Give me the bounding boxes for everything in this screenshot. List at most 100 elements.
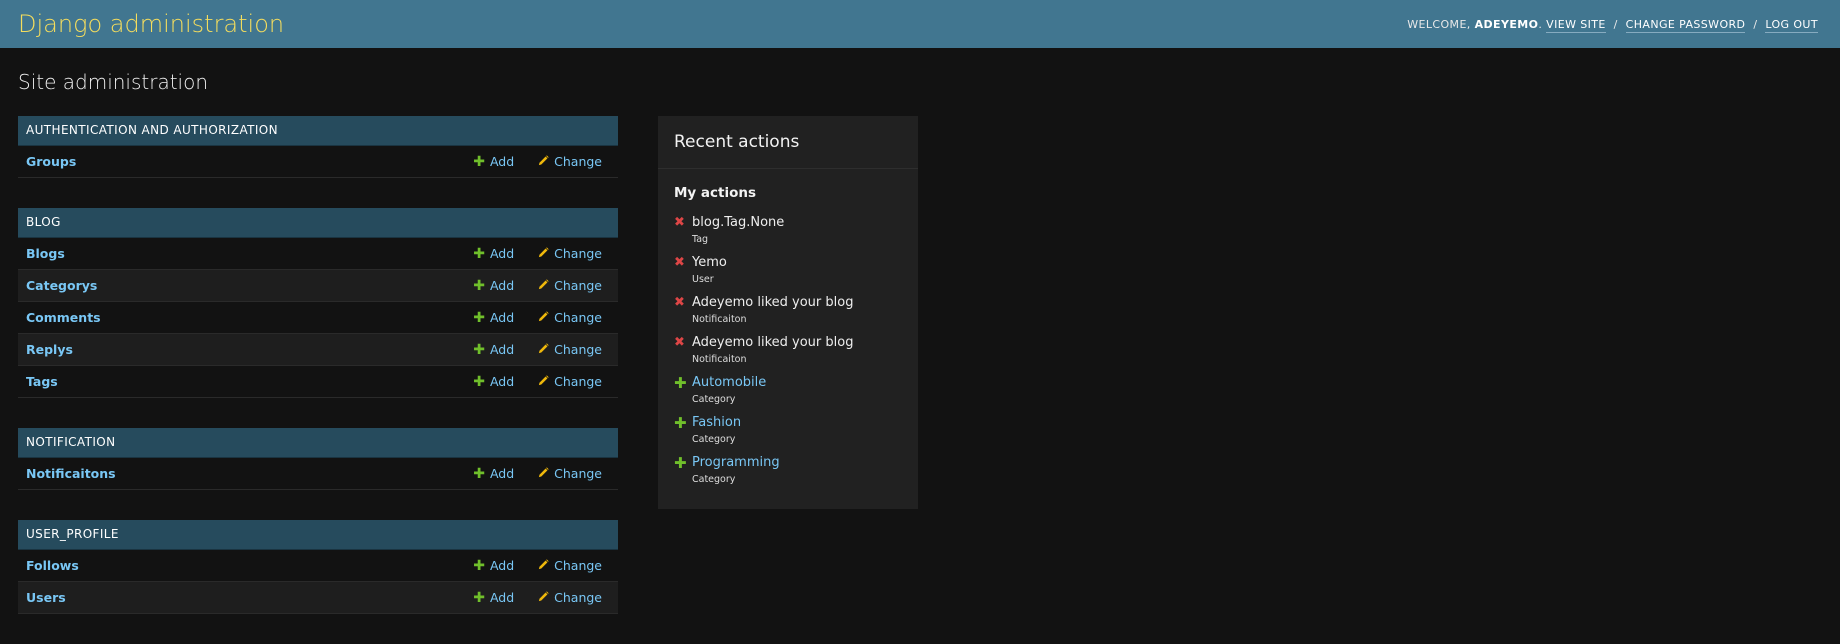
recent-actions-title: Recent actions [658,116,918,169]
add-button[interactable]: ✚ Add [473,342,514,357]
change-button[interactable]: Change [538,558,602,573]
recent-actions-panel: Recent actions My actions ✖ blog.Tag.None… [658,116,918,509]
add-button[interactable]: ✚ Add [473,590,514,605]
change-label: Change [554,246,602,261]
change-label: Change [554,558,602,573]
welcome-label: WELCOME, [1407,17,1471,31]
model-link[interactable]: Users [26,590,473,605]
model-link[interactable]: Replys [26,342,473,357]
username: ADEYEMO [1474,17,1539,31]
pencil-icon [538,374,554,389]
model-link[interactable]: Blogs [26,246,473,261]
plus-icon: ✚ [473,341,485,358]
app-list: AUTHENTICATION AND AUTHORIZATION Groups ✚ A… [18,116,618,644]
app-caption[interactable]: AUTHENTICATION AND AUTHORIZATION [18,116,618,146]
action-list: ✖ blog.Tag.None Tag ✖ Yemo User ✖ Adeyemo liked… [658,211,918,491]
add-label: Add [489,278,515,293]
recent-action-item: ✖ Adeyemo liked your blog Notificaiton [658,331,918,371]
pencil-icon [538,558,554,573]
recent-action-title[interactable]: Fashion [692,415,741,431]
add-label: Add [489,466,515,481]
recent-action-item: ✖ blog.Tag.None Tag [658,211,918,251]
pencil-icon [538,466,554,481]
recent-action-type: Category [692,434,736,445]
plus-icon: ✚ [473,557,485,574]
change-button[interactable]: Change [538,154,602,169]
model-link[interactable]: Categorys [26,278,473,293]
app-module: USER_PROFILE Follows ✚ Add Change Users ✚ Add Ch… [18,520,618,614]
change-label: Change [554,374,602,389]
recent-action-type: Tag [692,234,709,245]
recent-action-type: Notificaiton [692,314,747,325]
model-row: Notificaitons ✚ Add Change [18,458,618,490]
recent-action-item: ✖ Adeyemo liked your blog Notificaiton [658,291,918,331]
change-button[interactable]: Change [538,342,602,357]
view-site-link[interactable]: VIEW SITE [1546,17,1606,33]
add-button[interactable]: ✚ Add [473,278,514,293]
pencil-icon [538,278,554,293]
model-row: Groups ✚ Add Change [18,146,618,178]
pencil-icon [538,310,554,325]
plus-icon: ✚ [473,245,485,262]
model-link[interactable]: Tags [26,374,473,389]
app-module: NOTIFICATION Notificaitons ✚ Add Change [18,428,618,490]
model-link[interactable]: Groups [26,154,473,169]
add-button[interactable]: ✚ Add [473,154,514,169]
add-label: Add [489,154,515,169]
site-branding[interactable]: Django administration [18,10,284,38]
change-button[interactable]: Change [538,310,602,325]
delete-icon: ✖ [674,215,685,230]
my-actions-title: My actions [674,185,757,201]
add-label: Add [489,558,515,573]
pencil-icon [538,590,554,605]
delete-icon: ✖ [674,255,685,270]
delete-icon: ✖ [674,335,685,350]
pencil-icon [538,246,554,261]
change-button[interactable]: Change [538,590,602,605]
add-label: Add [489,342,515,357]
plus-icon: ✚ [674,454,687,472]
model-link[interactable]: Comments [26,310,473,325]
header: Django administration WELCOME, ADEYEMO. … [0,0,1840,48]
recent-action-item: ✖ Yemo User [658,251,918,291]
model-link[interactable]: Notificaitons [26,466,473,481]
user-tools: WELCOME, ADEYEMO. VIEW SITE / CHANGE PAS… [1407,17,1818,33]
plus-icon: ✚ [473,589,485,606]
add-button[interactable]: ✚ Add [473,374,514,389]
model-link[interactable]: Follows [26,558,473,573]
recent-action-title[interactable]: Programming [692,455,780,471]
recent-action-title[interactable]: Automobile [692,375,766,391]
app-caption[interactable]: USER_PROFILE [18,520,618,550]
add-button[interactable]: ✚ Add [473,466,514,481]
plus-icon: ✚ [473,153,485,170]
add-button[interactable]: ✚ Add [473,310,514,325]
change-button[interactable]: Change [538,246,602,261]
recent-action-title: Yemo [692,255,727,270]
change-button[interactable]: Change [538,278,602,293]
add-label: Add [489,310,515,325]
recent-action-type: User [692,274,714,285]
app-caption[interactable]: BLOG [18,208,618,238]
model-row: Categorys ✚ Add Change [18,270,618,302]
recent-action-type: Category [692,394,736,405]
delete-icon: ✖ [674,295,685,310]
model-row: Replys ✚ Add Change [18,334,618,366]
model-row: Users ✚ Add Change [18,582,618,614]
pencil-icon [538,154,554,169]
add-button[interactable]: ✚ Add [473,246,514,261]
add-button[interactable]: ✚ Add [473,558,514,573]
model-row: Tags ✚ Add Change [18,366,618,398]
add-label: Add [489,374,515,389]
app-module: AUTHENTICATION AND AUTHORIZATION Groups ✚ A… [18,116,618,178]
add-label: Add [489,590,515,605]
change-label: Change [554,310,602,325]
add-label: Add [489,246,515,261]
change-button[interactable]: Change [538,466,602,481]
recent-action-title: Adeyemo liked your blog [692,295,854,310]
change-button[interactable]: Change [538,374,602,389]
change-password-link[interactable]: CHANGE PASSWORD [1625,17,1746,33]
recent-action-title: blog.Tag.None [692,215,785,230]
content: Site administration AUTHENTICATION AND A… [0,48,1840,644]
app-caption[interactable]: NOTIFICATION [18,428,618,458]
log-out-link[interactable]: LOG OUT [1765,17,1818,33]
